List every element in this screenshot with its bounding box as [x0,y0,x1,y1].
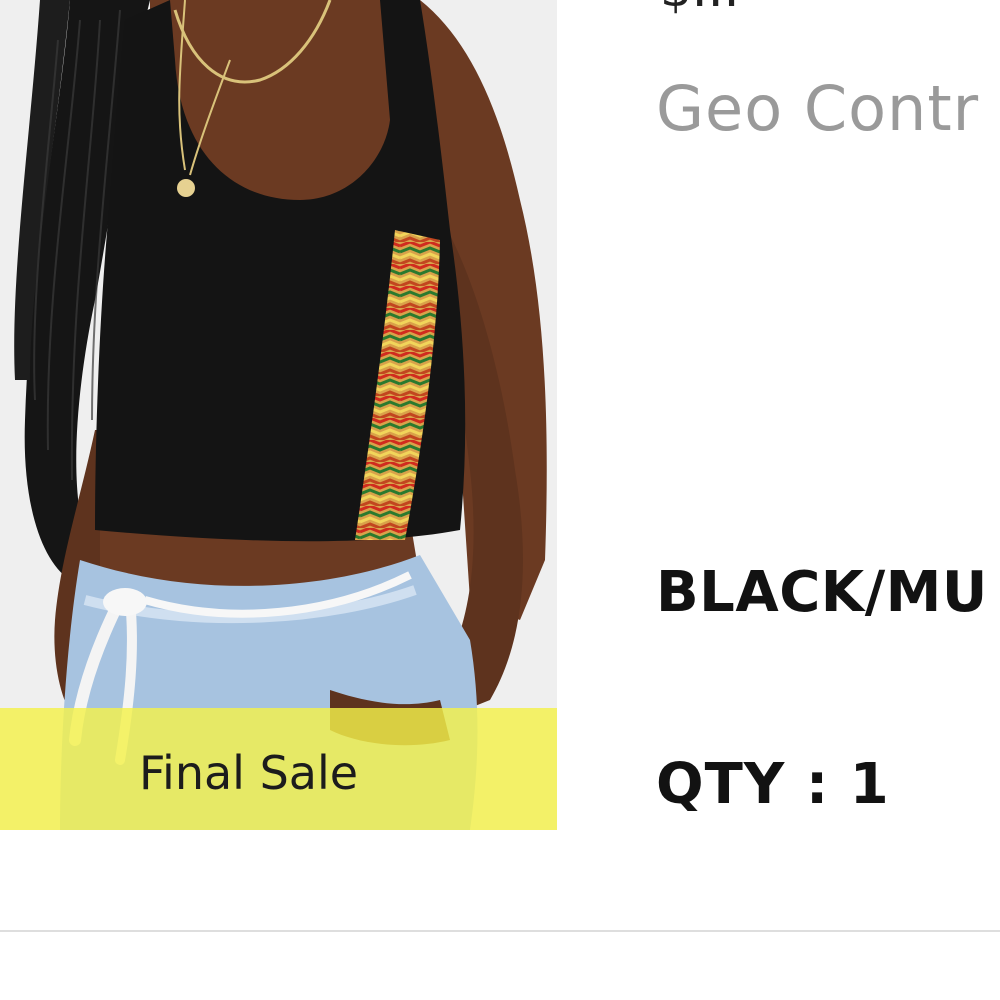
product-image[interactable]: Final Sale [0,0,557,830]
final-sale-label: Final Sale [138,746,359,800]
final-sale-badge: Final Sale [0,708,557,830]
cart-item: Final Sale $... Geo Contr BLACK/MU QTY :… [0,0,1000,1000]
divider [0,930,1000,932]
product-name[interactable]: Geo Contr [656,72,979,145]
product-quantity: QTY : 1 [656,752,890,817]
product-photo-illustration [0,0,557,830]
product-price: $... [660,0,740,18]
product-color: BLACK/MU [656,560,988,625]
